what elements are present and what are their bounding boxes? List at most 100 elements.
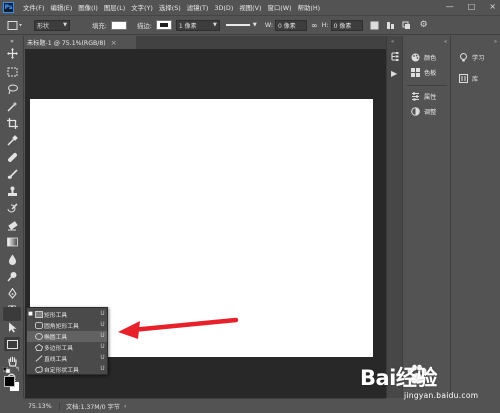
active-bullet-icon: ■	[28, 311, 33, 318]
learn-panel-button[interactable]: 学习	[459, 53, 484, 62]
brush-tool-icon[interactable]	[4, 167, 20, 181]
watermark-logo-text: Bai经验	[360, 366, 437, 390]
settings-gear-button[interactable]: ⚙	[419, 20, 429, 30]
swap-colors-icon[interactable]: ↰	[15, 366, 20, 373]
flyout-item-rectangle[interactable]: ■ 矩形工具 U	[27, 309, 107, 320]
stroke-swatch[interactable]	[155, 20, 172, 30]
path-arrangement-button[interactable]	[402, 20, 412, 30]
fill-swatch[interactable]	[110, 20, 127, 30]
flyout-label: 矩形工具	[44, 312, 68, 319]
flyout-shortcut: U	[100, 344, 105, 351]
lasso-tool-icon[interactable]	[4, 82, 20, 96]
tool-preset-picker[interactable]	[4, 18, 26, 32]
panel-right-collapse-icon[interactable]: »	[494, 39, 497, 45]
clone-stamp-tool-icon[interactable]	[4, 184, 20, 198]
lightbulb-icon	[459, 53, 468, 62]
document-tab-title: 未标题-1 @ 75.1%(RGB/8)	[27, 40, 106, 47]
menu-layer[interactable]: 图层(L)	[104, 3, 125, 12]
document-tab[interactable]: 未标题-1 @ 75.1%(RGB/8) ×	[24, 36, 136, 49]
arrow-shaft	[129, 317, 239, 333]
maximize-button[interactable]: □	[468, 2, 476, 11]
actions-panel-icon[interactable]: ▶	[391, 69, 397, 78]
move-tool-icon[interactable]	[4, 46, 20, 60]
swatches-panel-label: 色板	[424, 70, 437, 77]
stroke-type-select[interactable]: ▼	[225, 20, 260, 31]
quick-selection-tool-icon[interactable]	[4, 99, 20, 113]
sliders-glyph	[412, 92, 419, 101]
history-glyph	[391, 52, 399, 61]
swatches-panel-button[interactable]: 色板	[411, 68, 436, 77]
adjustments-panel-label: 调整	[424, 109, 437, 116]
tool-mode-select[interactable]: 形状 ▼	[34, 19, 70, 31]
eraser-tool-icon[interactable]	[4, 218, 20, 232]
fill-label: 填充:	[92, 21, 107, 30]
flyout-item-ellipse[interactable]: 椭圆工具 U	[27, 331, 107, 342]
dodge-tool-icon[interactable]	[4, 269, 20, 283]
flyout-item-rounded-rectangle[interactable]: 圆角矩形工具 U	[27, 320, 107, 331]
marquee-tool-icon[interactable]	[4, 65, 20, 79]
bandage-glyph	[7, 152, 17, 162]
libraries-icon	[459, 74, 468, 83]
zoom-level[interactable]: 75.13%	[24, 402, 60, 410]
minimize-button[interactable]: —	[446, 2, 454, 11]
flyout-item-polygon[interactable]: 多边形工具 U	[27, 342, 107, 353]
flyout-shortcut: U	[100, 355, 105, 362]
properties-panel-button[interactable]: 属性	[411, 92, 436, 101]
tools-panel: » T	[0, 36, 24, 398]
options-bar: 形状 ▼ 填充: 描边: 1 像素 ▼ ▼ W: 0 像素 ∞ H: 0 像素 …	[0, 15, 500, 35]
move-arrows-glyph	[6, 47, 18, 59]
stroke-width-field[interactable]: 1 像素 ▼	[175, 19, 220, 31]
default-colors-glyph	[2, 366, 11, 374]
path-selection-tool-icon[interactable]	[4, 320, 20, 334]
menu-filter[interactable]: 滤镜(T)	[187, 3, 209, 12]
flyout-label: 圆角矩形工具	[44, 323, 79, 330]
panel-dock-middle: « 颜色 色板 属性 调整	[402, 36, 450, 398]
chevron-down-icon: ▼	[252, 22, 257, 28]
gradient-tool-icon[interactable]	[4, 235, 20, 249]
blur-tool-icon[interactable]	[4, 252, 20, 266]
quick-mask-icon[interactable]	[7, 396, 17, 397]
link-dimensions-icon[interactable]: ∞	[311, 21, 318, 30]
menu-edit[interactable]: 编辑(E)	[50, 3, 72, 12]
menu-file[interactable]: 文件(F)	[23, 3, 44, 12]
menu-help[interactable]: 帮助(H)	[298, 3, 321, 12]
eyedropper-tool-icon[interactable]	[4, 133, 20, 147]
stamp-glyph	[7, 186, 17, 196]
foreground-color-swatch[interactable]	[4, 376, 15, 387]
path-operations-button[interactable]	[370, 20, 380, 30]
pen-tool-icon[interactable]	[4, 286, 20, 300]
height-value: 0 像素	[333, 22, 352, 30]
height-field[interactable]: 0 像素	[330, 19, 363, 31]
flyout-item-custom-shape[interactable]: 自定形状工具 U	[27, 364, 107, 375]
close-document-icon[interactable]: ×	[111, 39, 117, 47]
history-panel-icon[interactable]	[390, 52, 400, 62]
status-menu-icon[interactable]: ›	[124, 403, 126, 410]
menu-window[interactable]: 窗口(W)	[267, 3, 291, 12]
adjustments-panel-button[interactable]: 调整	[411, 107, 436, 116]
default-colors-icon[interactable]	[2, 366, 11, 374]
collapse-toolbar-icon[interactable]: »	[4, 38, 20, 45]
menu-image[interactable]: 图像(I)	[78, 3, 98, 12]
rectangle-icon	[34, 310, 44, 318]
path-alignment-button[interactable]	[386, 20, 396, 30]
path-operations-icon	[370, 21, 379, 29]
menu-3d[interactable]: 3D(D)	[214, 4, 233, 12]
history-brush-tool-icon[interactable]	[4, 201, 20, 215]
stroke-swatch-inner	[159, 23, 168, 27]
menu-type[interactable]: 文字(Y)	[131, 3, 153, 12]
crop-tool-icon[interactable]	[4, 116, 20, 130]
rectangle-tool-button[interactable]	[4, 337, 20, 351]
flyout-item-line[interactable]: 直线工具 U	[27, 353, 107, 364]
color-panel-button[interactable]: 颜色	[411, 53, 436, 62]
panel-strip-collapse-icon[interactable]: «	[391, 39, 394, 45]
lasso-glyph	[7, 84, 18, 94]
document-info[interactable]: 文档:1.37M/0 字节	[60, 402, 120, 411]
flyout-label: 多边形工具	[44, 345, 73, 352]
close-button[interactable]: ×	[489, 2, 496, 11]
menu-view[interactable]: 视图(V)	[239, 3, 261, 12]
healing-brush-tool-icon[interactable]	[4, 150, 20, 164]
panel-mid-collapse-icon[interactable]: «	[444, 39, 447, 45]
menu-select[interactable]: 选择(S)	[159, 3, 181, 12]
width-field[interactable]: 0 像素	[274, 19, 307, 31]
libraries-panel-button[interactable]: 库	[459, 74, 478, 83]
